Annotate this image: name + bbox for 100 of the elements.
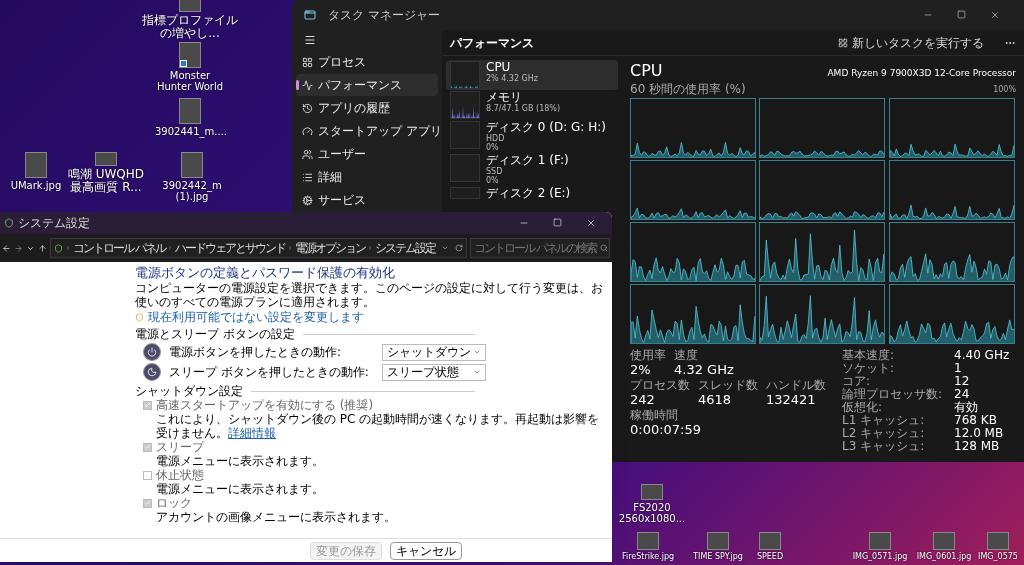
gauge-icon bbox=[302, 125, 313, 137]
spec-value: 128 MB bbox=[954, 440, 1001, 453]
file-name: 3902442_m (1).jpg bbox=[161, 180, 223, 202]
nav-item[interactable]: ユーザー bbox=[296, 143, 438, 165]
up-icon[interactable] bbox=[38, 243, 47, 253]
breadcrumb-item[interactable]: 電源オプション bbox=[294, 239, 365, 257]
menu-icon[interactable] bbox=[304, 34, 316, 46]
search-field[interactable]: コントロール パネルの検索 bbox=[469, 238, 610, 258]
file-thumbnail[interactable] bbox=[179, 42, 201, 68]
file-name: IMG_0571.jpg bbox=[852, 552, 908, 561]
nav-item[interactable]: パフォーマンス bbox=[296, 74, 438, 96]
breadcrumb-item[interactable]: ハードウェアとサウンド bbox=[174, 239, 285, 257]
back-icon[interactable] bbox=[2, 243, 11, 253]
file-name: IMG_0575 bbox=[978, 552, 1018, 561]
file-thumbnail[interactable] bbox=[987, 532, 1009, 550]
spec-value: 12.0 MB bbox=[954, 427, 1005, 440]
stat-value: 4618 bbox=[698, 392, 733, 408]
stat-label: 稼働時間 bbox=[630, 409, 679, 422]
file-thumbnail[interactable] bbox=[181, 152, 203, 178]
chevron-icon bbox=[473, 368, 481, 376]
breadcrumb-item[interactable]: システム設定 bbox=[374, 239, 435, 257]
history-icon bbox=[302, 102, 313, 114]
stat-label: スレッド数 bbox=[698, 379, 758, 392]
dropdown[interactable]: シャットダウン bbox=[382, 343, 486, 361]
option-description: 電源メニューに表示されます。 bbox=[156, 482, 325, 496]
spec-value: 768 KB bbox=[954, 414, 998, 427]
resource-item[interactable]: ディスク 2 (E:) bbox=[446, 186, 618, 201]
stat-value: 4.32 GHz bbox=[674, 362, 734, 378]
resource-name: CPU bbox=[486, 61, 512, 74]
file-name: IMG_0601.jpg bbox=[916, 552, 972, 561]
window-title: タスク マネージャー bbox=[328, 7, 440, 24]
dropdown[interactable]: スリープ状態 bbox=[382, 363, 486, 381]
file-thumbnail[interactable] bbox=[637, 532, 659, 550]
resource-name: メモリ bbox=[486, 91, 523, 104]
option-label: スリープ bbox=[156, 440, 204, 454]
resource-item[interactable]: CPU 2% 4.32 GHz bbox=[446, 60, 618, 90]
file-name: Monster Hunter World bbox=[155, 70, 225, 92]
dialog-button[interactable]: キャンセル bbox=[390, 541, 462, 560]
file-name: FS2020 2560x1080... bbox=[617, 502, 687, 524]
file-thumbnail[interactable] bbox=[707, 532, 729, 550]
resource-item[interactable]: ディスク 0 (D: G: H:) HDD 0% bbox=[446, 120, 618, 153]
usage-sparkline bbox=[450, 154, 480, 182]
address-bar[interactable]: コントロール パネル ハードウェアとサウンド 電源オプション システム設定 bbox=[50, 238, 467, 258]
page-title: パフォーマンス bbox=[450, 34, 534, 52]
resource-detail: 2% 4.32 GHz bbox=[486, 74, 538, 83]
file-thumbnail[interactable] bbox=[95, 152, 117, 166]
option-label: 高速スタートアップを有効にする (推奨) bbox=[156, 398, 374, 412]
close-icon[interactable] bbox=[586, 218, 596, 228]
dropdown-icon[interactable] bbox=[440, 244, 449, 252]
resource-name: ディスク 0 (D: G: H:) bbox=[486, 121, 606, 134]
setting-label: スリープ ボタンを押したときの動作: bbox=[169, 365, 370, 379]
resource-name: ディスク 1 (F:) bbox=[486, 154, 569, 167]
nav-item[interactable]: サービス bbox=[296, 189, 438, 211]
maximize-icon[interactable] bbox=[553, 218, 562, 227]
resource-detail: 0% bbox=[486, 176, 500, 185]
file-thumbnail[interactable] bbox=[179, 98, 201, 124]
admin-settings-link[interactable]: 現在利用可能ではない設定を変更します bbox=[135, 310, 608, 324]
forward-icon[interactable] bbox=[14, 243, 23, 253]
file-name: 3902441_m.... bbox=[155, 126, 225, 137]
graph-max: 100% bbox=[993, 84, 1016, 96]
usage-sparkline bbox=[450, 61, 480, 89]
spec-label: 仮想化: bbox=[842, 401, 884, 414]
nav-item[interactable]: アプリの履歴 bbox=[296, 97, 438, 119]
file-thumbnail[interactable] bbox=[759, 532, 781, 550]
stat-value: 2% bbox=[630, 362, 652, 378]
shield-icon bbox=[135, 312, 144, 322]
resource-item[interactable]: メモリ 8.7/47.1 GB (18%) bbox=[446, 90, 618, 120]
breadcrumb-item[interactable]: コントロール パネル bbox=[73, 239, 165, 257]
chevron-icon bbox=[166, 245, 173, 251]
option-description: アカウントの画像メニューに表示されます。 bbox=[156, 510, 397, 524]
spec-label: L1 キャッシュ: bbox=[842, 414, 926, 427]
spec-label: ソケット: bbox=[842, 362, 896, 375]
graph-label: 60 秒間の使用率 (%) bbox=[630, 83, 746, 96]
maximize-icon[interactable] bbox=[957, 10, 966, 19]
file-name: 鳴潮 UWQHD 最高画質 R... bbox=[66, 168, 146, 194]
spec-label: 論理プロセッサ数: bbox=[842, 388, 943, 401]
file-name: SPEED bbox=[756, 552, 784, 561]
section-title: シャットダウン設定 bbox=[135, 384, 243, 398]
nav-item[interactable]: 詳細 bbox=[296, 166, 438, 188]
option-description: これにより、シャットダウン後の PC の起動時間が速くなります。再起動は影響を受けません。詳細情報 bbox=[156, 412, 601, 440]
close-icon[interactable] bbox=[990, 10, 1000, 20]
nav-item[interactable]: スタートアップ アプリ bbox=[296, 120, 438, 142]
resource-item[interactable]: ディスク 1 (F:) SSD 0% bbox=[446, 153, 618, 186]
file-thumbnail[interactable] bbox=[641, 484, 663, 500]
chevron-icon bbox=[65, 245, 71, 251]
stat-label: 速度 bbox=[674, 349, 699, 362]
app-icon bbox=[304, 9, 316, 21]
refresh-icon[interactable] bbox=[454, 244, 463, 252]
nav-item[interactable]: プロセス bbox=[296, 51, 438, 73]
spec-label: コア: bbox=[842, 375, 872, 388]
run-task-button[interactable]: 新しいタスクを実行する bbox=[830, 33, 992, 52]
power-icon bbox=[143, 343, 161, 361]
stat-label: ハンドル数 bbox=[766, 379, 826, 392]
stat-label: 使用率 bbox=[630, 349, 666, 362]
spec-label: L3 キャッシュ: bbox=[842, 440, 926, 453]
file-thumbnail[interactable] bbox=[933, 532, 955, 550]
file-thumbnail[interactable] bbox=[25, 152, 47, 178]
window-title: システム設定 bbox=[18, 215, 90, 232]
file-thumbnail[interactable] bbox=[869, 532, 891, 550]
chevron-icon bbox=[366, 245, 373, 251]
